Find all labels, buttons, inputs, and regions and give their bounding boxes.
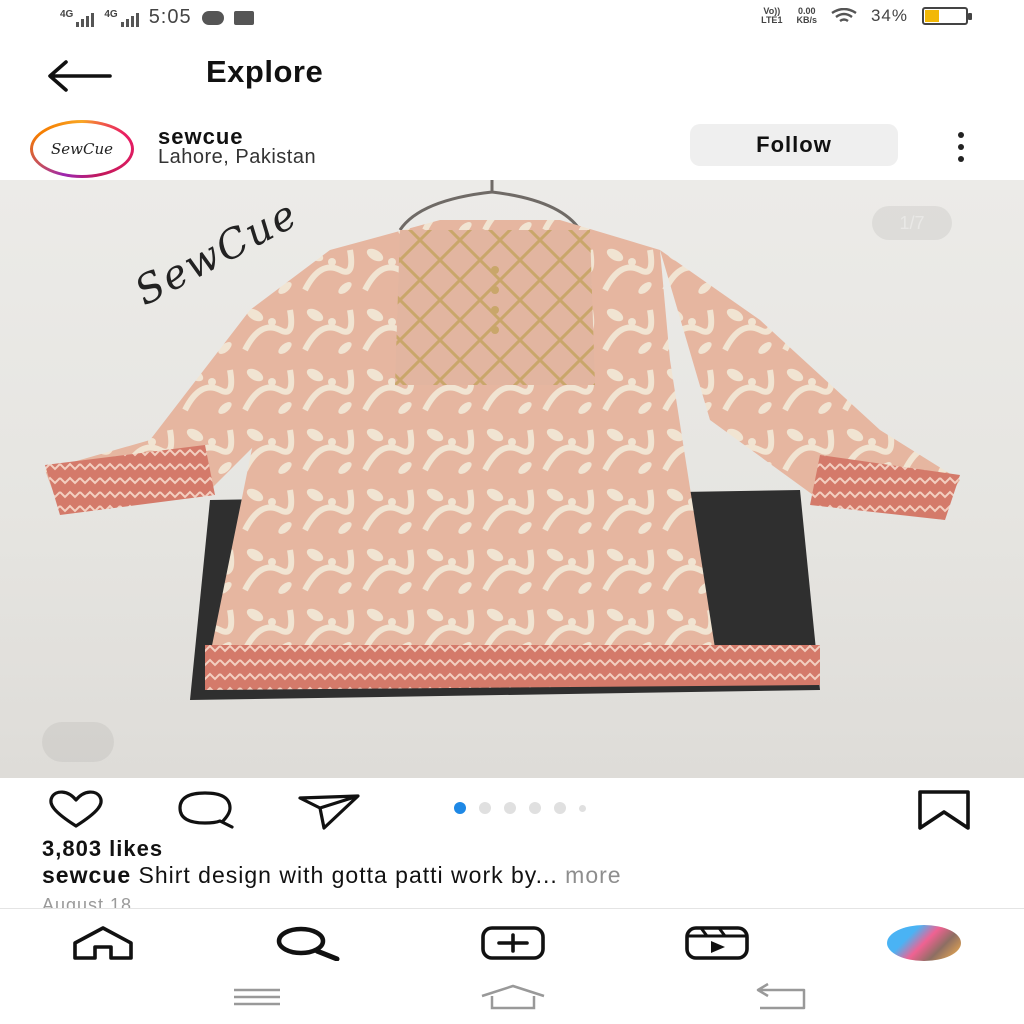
carousel-dot — [504, 802, 516, 814]
menu-icon[interactable] — [222, 982, 292, 1012]
volte-indicator: Vo)) LTE1 — [761, 7, 782, 25]
mail-notification-icon — [233, 10, 254, 25]
bottom-nav — [0, 908, 1024, 972]
follow-button[interactable]: Follow — [690, 124, 898, 166]
network-type-sim1: 4G — [60, 8, 74, 20]
image-counter: 1/7 — [872, 206, 952, 240]
battery-level — [925, 10, 940, 22]
home-icon[interactable] — [478, 982, 548, 1012]
post-location[interactable]: Lahore, Pakistan — [158, 146, 316, 169]
signal-sim2-icon: 4G — [104, 8, 139, 27]
battery-icon — [922, 7, 972, 25]
battery-percent: 34% — [870, 6, 908, 25]
caption-more-link[interactable]: more — [558, 862, 622, 888]
status-bar: 4G 4G 5:05 Vo)) LTE1 0.00 KB/s 34% — [0, 0, 1024, 40]
caption-username[interactable]: sewcue — [42, 862, 131, 888]
clock: 5:05 — [148, 6, 192, 28]
profile-avatar — [887, 925, 961, 961]
bookmark-icon[interactable] — [912, 788, 976, 832]
user-tag-icon[interactable] — [42, 722, 114, 762]
profile-nav-item[interactable] — [884, 921, 964, 965]
home-icon[interactable] — [68, 921, 138, 965]
carousel-dot — [479, 802, 491, 814]
caption-text: Shirt design with gotta patti work by... — [131, 862, 558, 888]
arrow-left-icon[interactable] — [44, 56, 114, 96]
add-post-icon[interactable] — [478, 921, 548, 965]
story-ring-avatar[interactable]: SewCue — [30, 120, 134, 178]
post-caption: sewcue Shirt design with gotta patti wor… — [42, 862, 622, 889]
more-options-icon[interactable] — [950, 132, 972, 162]
post-date: August 18 — [42, 895, 133, 909]
post-image[interactable]: SewCue 1/7 — [0, 180, 1024, 778]
system-nav — [0, 972, 1024, 1024]
carousel-dot — [529, 802, 541, 814]
signal-sim1-icon: 4G — [60, 8, 95, 27]
reels-icon[interactable] — [682, 921, 752, 965]
wifi-icon — [831, 8, 857, 22]
carousel-dot — [554, 802, 566, 814]
send-icon[interactable] — [296, 788, 360, 832]
search-icon[interactable] — [272, 921, 342, 965]
heart-icon[interactable] — [44, 788, 108, 832]
network-speed-unit: KB/s — [796, 15, 817, 25]
data-saver-icon — [201, 10, 224, 25]
carousel-dot — [454, 802, 466, 814]
comment-icon[interactable] — [172, 788, 236, 832]
avatar-logo: SewCue — [33, 123, 131, 175]
page-title: Explore — [206, 54, 324, 89]
status-right: Vo)) LTE1 0.00 KB/s 34% — [761, 6, 972, 26]
network-type-sim2: 4G — [104, 8, 118, 20]
lte-label: LTE1 — [761, 15, 783, 25]
network-speed: 0.00 KB/s — [796, 7, 817, 25]
carousel-dots — [454, 802, 586, 814]
likes-count[interactable]: 3,803 likes — [42, 836, 163, 862]
post-header: SewCue sewcue Lahore, Pakistan Follow — [0, 112, 1024, 180]
carousel-dot — [579, 804, 586, 812]
app-header: Explore — [0, 40, 1024, 110]
status-left: 4G 4G 5:05 — [60, 6, 254, 29]
post-actions — [0, 782, 1024, 838]
back-icon[interactable] — [746, 982, 816, 1012]
